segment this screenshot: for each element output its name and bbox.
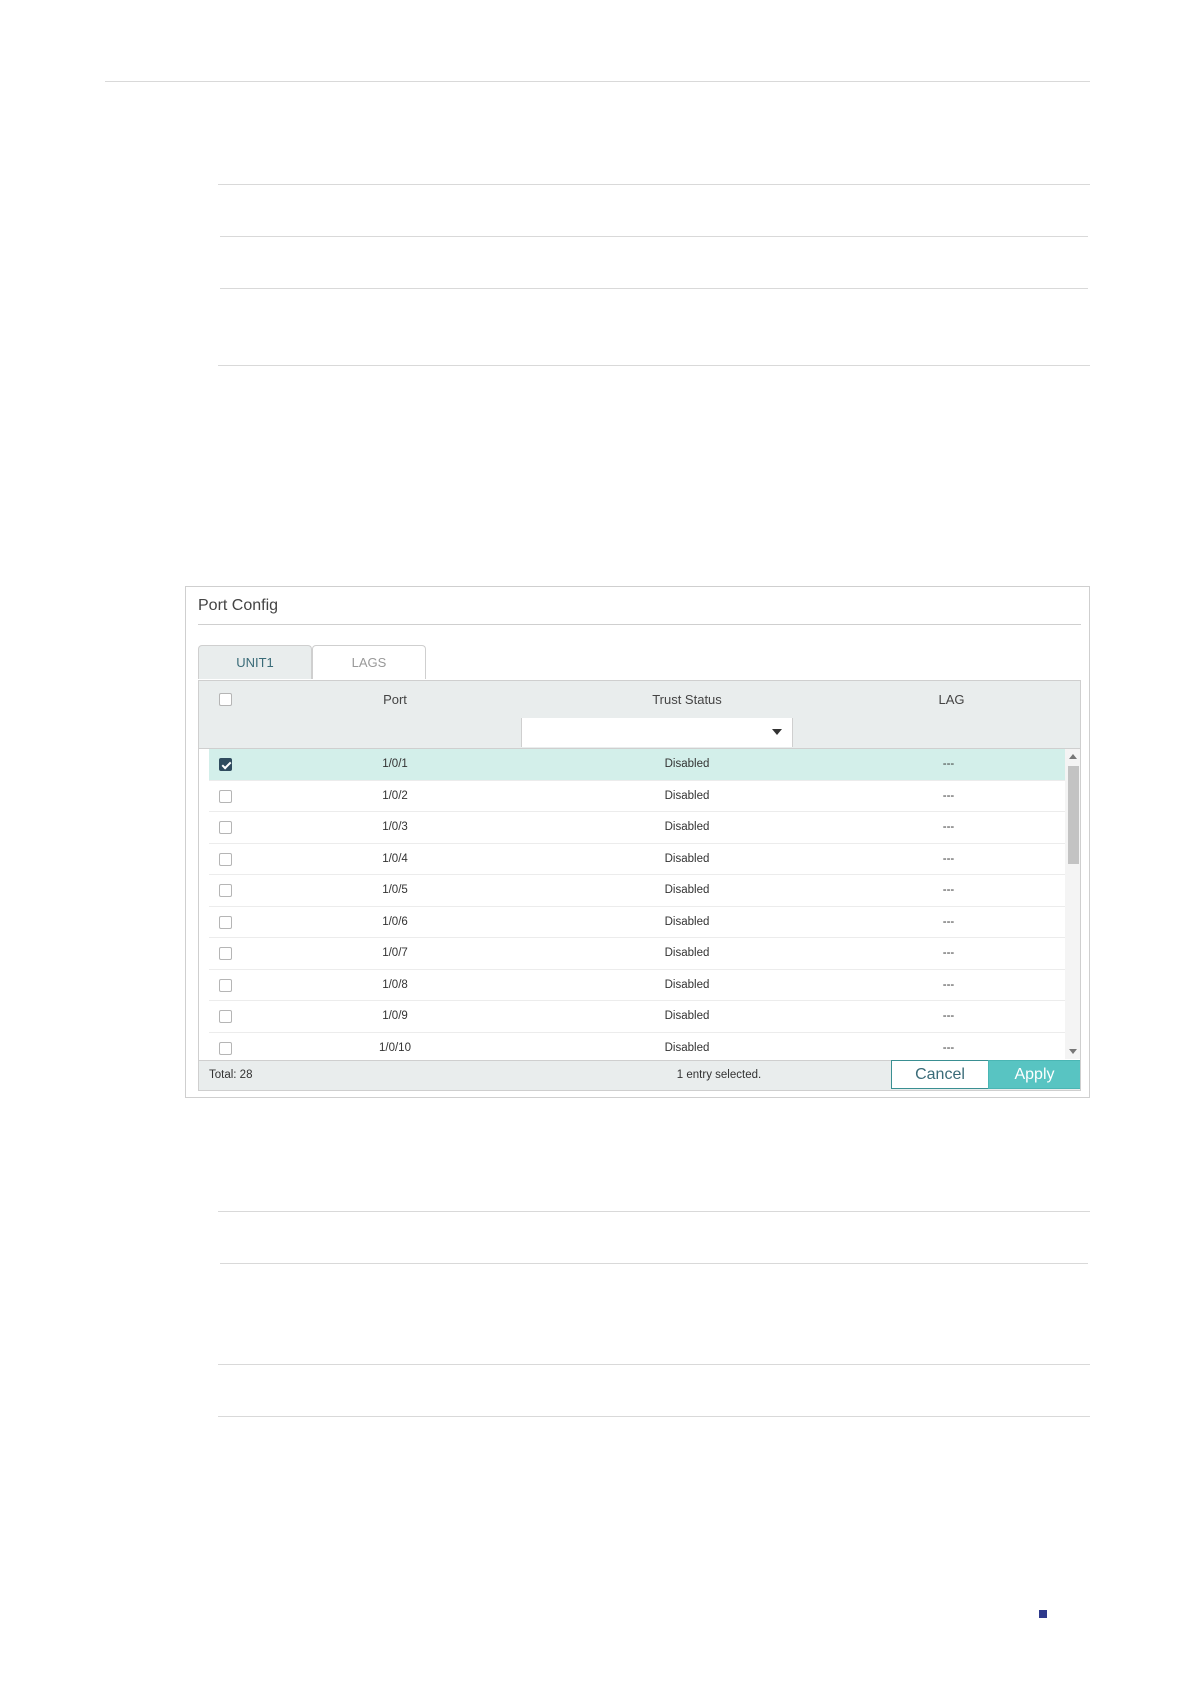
port-cell: 1/0/9 xyxy=(382,1010,408,1022)
column-header-port: Port xyxy=(383,692,407,707)
port-cell: 1/0/6 xyxy=(382,915,408,928)
scroll-down-arrow-icon[interactable] xyxy=(1069,1049,1077,1054)
row-checkbox[interactable] xyxy=(219,789,232,803)
table-header: Port Trust Status LAG xyxy=(199,681,1080,719)
table-scrollbar[interactable] xyxy=(1065,749,1080,1059)
column-header-lag: LAG xyxy=(938,692,965,707)
divider xyxy=(218,184,1090,185)
lag-cell: --- xyxy=(942,978,955,991)
column-header-trust-status: Trust Status xyxy=(652,692,722,707)
divider xyxy=(220,236,1088,237)
filter-row xyxy=(199,718,1080,749)
port-cell: 1/0/1 xyxy=(382,758,408,770)
cancel-button[interactable]: Cancel xyxy=(891,1060,989,1089)
trust-status-cell: Disabled xyxy=(664,978,710,991)
row-checkbox[interactable] xyxy=(219,915,232,929)
lag-cell: --- xyxy=(942,915,955,928)
port-cell: 1/0/2 xyxy=(382,789,408,802)
page-marker-icon xyxy=(1039,1610,1047,1618)
table-row[interactable]: 1/0/6 Disabled --- xyxy=(209,907,1074,938)
port-cell: 1/0/10 xyxy=(379,1041,411,1054)
chevron-down-icon xyxy=(772,729,782,735)
lag-cell: --- xyxy=(942,789,955,802)
table-row[interactable]: 1/0/5 Disabled --- xyxy=(209,875,1074,907)
table-row[interactable]: 1/0/4 Disabled --- xyxy=(209,844,1074,875)
trust-status-cell: Disabled xyxy=(664,852,710,865)
tab-lags[interactable]: LAGS xyxy=(312,645,426,679)
port-cell: 1/0/5 xyxy=(382,884,408,896)
divider xyxy=(220,1263,1088,1264)
lag-cell: --- xyxy=(942,947,955,959)
trust-status-cell: Disabled xyxy=(664,1010,710,1022)
port-table: Port Trust Status LAG 1/0/1 Disabled --- 1/… xyxy=(198,680,1081,1091)
trust-status-cell: Disabled xyxy=(664,947,710,959)
scroll-up-arrow-icon[interactable] xyxy=(1069,754,1077,759)
trust-status-cell: Disabled xyxy=(664,758,710,770)
row-checkbox[interactable] xyxy=(219,1010,232,1023)
panel-title: Port Config xyxy=(198,597,279,614)
apply-button[interactable]: Apply xyxy=(988,1060,1080,1089)
lag-cell: --- xyxy=(942,758,955,770)
panel-title-divider xyxy=(198,624,1081,625)
table-row[interactable]: 1/0/2 Disabled --- xyxy=(209,781,1074,812)
divider xyxy=(218,1364,1090,1365)
lag-cell: --- xyxy=(942,1010,955,1022)
row-checkbox[interactable] xyxy=(219,758,232,771)
port-config-panel: Port Config UNIT1 LAGS Port Trust Status… xyxy=(185,586,1090,1098)
trust-status-cell: Disabled xyxy=(664,821,710,833)
select-all-checkbox[interactable] xyxy=(219,693,232,706)
page-header-rule xyxy=(105,81,1090,82)
trust-status-cell: Disabled xyxy=(664,884,710,896)
table-body: 1/0/1 Disabled --- 1/0/2 Disabled --- 1/0/3 Dis… xyxy=(209,749,1074,1059)
port-cell: 1/0/7 xyxy=(382,947,408,959)
tab-bar: UNIT1 LAGS xyxy=(198,645,426,680)
lag-cell: --- xyxy=(942,852,955,865)
table-row[interactable]: 1/0/1 Disabled --- xyxy=(209,749,1074,781)
total-count: Total: 28 xyxy=(209,1069,253,1081)
port-cell: 1/0/8 xyxy=(382,978,408,991)
table-row[interactable]: 1/0/7 Disabled --- xyxy=(209,938,1074,970)
table-row[interactable]: 1/0/9 Disabled --- xyxy=(209,1001,1074,1033)
row-checkbox[interactable] xyxy=(219,821,232,834)
row-checkbox[interactable] xyxy=(219,884,232,897)
row-checkbox[interactable] xyxy=(219,1041,232,1055)
selection-info: 1 entry selected. xyxy=(676,1069,762,1081)
row-checkbox[interactable] xyxy=(219,852,232,866)
lag-cell: --- xyxy=(942,1041,955,1054)
lag-cell: --- xyxy=(942,821,955,833)
trust-status-cell: Disabled xyxy=(664,1041,710,1054)
trust-status-filter-select[interactable] xyxy=(521,718,793,747)
port-cell: 1/0/4 xyxy=(382,852,408,865)
table-row[interactable]: 1/0/3 Disabled --- xyxy=(209,812,1074,844)
tab-unit1[interactable]: UNIT1 xyxy=(198,645,312,679)
table-row[interactable]: 1/0/10 Disabled --- xyxy=(209,1033,1074,1060)
trust-status-cell: Disabled xyxy=(664,915,710,928)
row-checkbox[interactable] xyxy=(219,947,232,960)
port-cell: 1/0/3 xyxy=(382,821,408,833)
table-row[interactable]: 1/0/8 Disabled --- xyxy=(209,970,1074,1001)
divider xyxy=(220,288,1088,289)
table-footer: Total: 28 1 entry selected. Cancel Apply xyxy=(199,1060,1080,1090)
scroll-thumb[interactable] xyxy=(1068,766,1079,864)
row-checkbox[interactable] xyxy=(219,978,232,992)
divider xyxy=(218,1211,1090,1212)
divider xyxy=(218,365,1090,366)
trust-status-cell: Disabled xyxy=(664,789,710,802)
lag-cell: --- xyxy=(942,884,955,896)
divider xyxy=(218,1416,1090,1417)
